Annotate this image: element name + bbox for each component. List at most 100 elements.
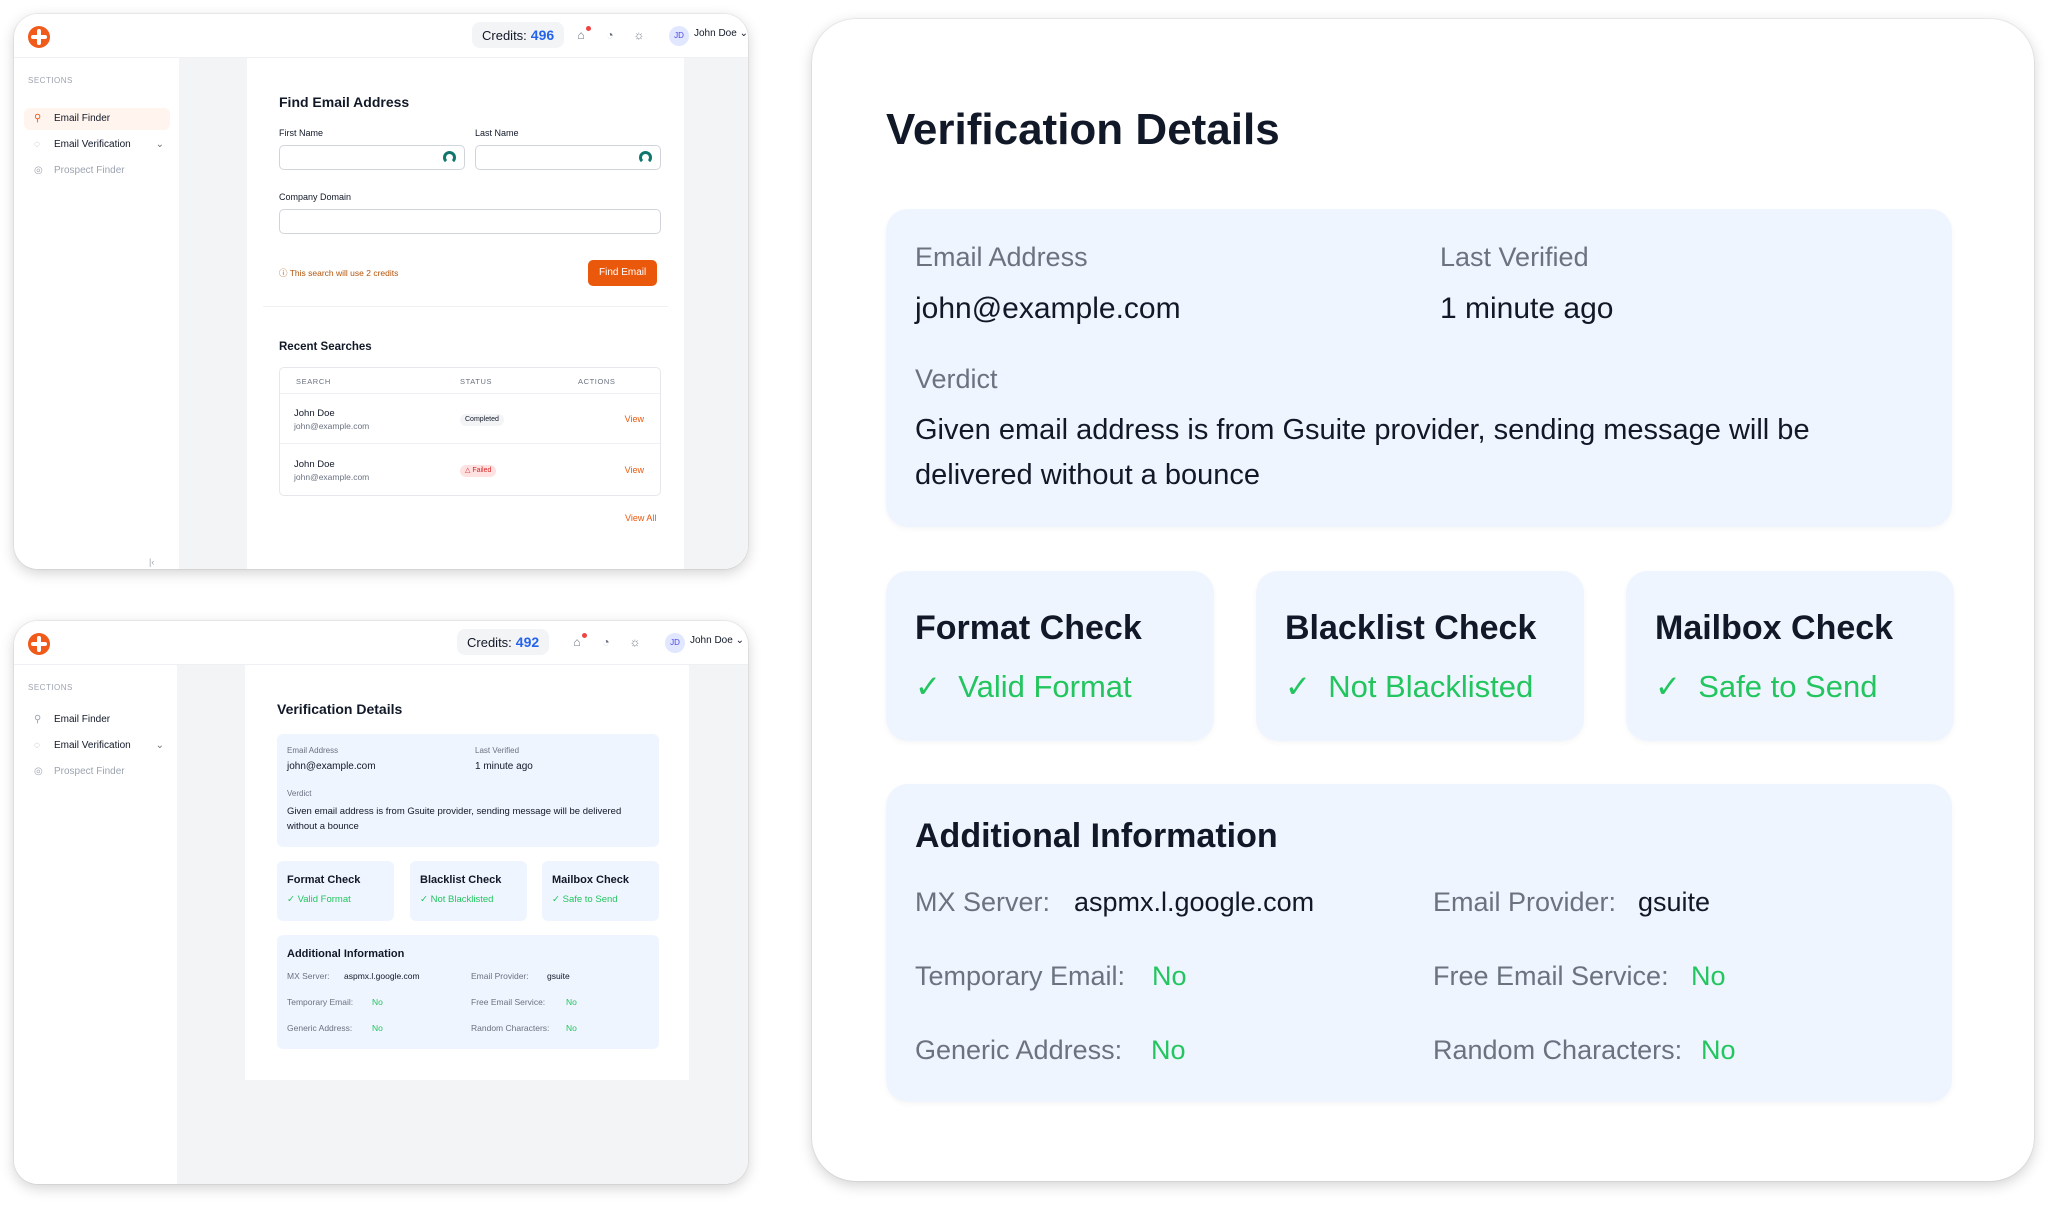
last-verified-value: 1 minute ago (475, 761, 533, 772)
verdict-text: Given email address is from Gsuite provi… (915, 414, 1810, 491)
email-address-value: john@example.com (915, 292, 1181, 325)
sidebar-item-email-finder[interactable]: ⚲ Email Finder (24, 108, 170, 130)
column-search: SEARCH (296, 377, 331, 386)
check-value: ✓ Safe to Send (1655, 669, 1877, 705)
main-area: Find Email Address First Name Last Name … (179, 58, 748, 569)
sidebar-item-prospect-finder[interactable]: ◎ Prospect Finder (24, 160, 170, 182)
chevron-down-icon: ⌄ (739, 28, 748, 39)
avatar[interactable]: JD (669, 26, 689, 46)
additional-info-box: Additional Information MX Server: aspmx.… (886, 784, 1952, 1102)
summary-box: Email Address john@example.com Last Veri… (277, 734, 659, 847)
free-email-label: Free Email Service: (471, 997, 546, 1007)
last-name-input[interactable] (475, 145, 661, 170)
mailbox-check-card: Mailbox Check ✓ Safe to Send (1626, 571, 1954, 741)
target-icon: ◎ (34, 165, 43, 176)
sidebar-item-prospect-finder[interactable]: ◎ Prospect Finder (24, 761, 170, 783)
verification-content: Verification Details Email Address john@… (245, 665, 689, 1080)
finder-content: Find Email Address First Name Last Name … (247, 58, 684, 569)
shield-icon: ◌ (34, 139, 40, 150)
row-email: john@example.com (294, 421, 370, 431)
row-name: John Doe (294, 459, 335, 470)
credits-value: 496 (530, 27, 555, 43)
format-check-card: Format Check ✓ Valid Format (886, 571, 1214, 741)
column-status: STATUS (460, 377, 493, 386)
sidebar-item-label: Email Finder (54, 714, 111, 725)
company-domain-input[interactable] (279, 209, 661, 234)
user-menu[interactable]: John Doe ⌄ (694, 28, 748, 39)
check-icon: ✓ (1285, 669, 1329, 704)
credits-label: Credits: (467, 635, 512, 650)
verification-window: Credits: 492 ⌂ ◔ ☼ JD John Doe ⌄ SECTIONS… (14, 621, 748, 1184)
notification-dot (582, 633, 587, 638)
email-address-value: john@example.com (287, 761, 376, 772)
generic-address-value: No (372, 1023, 383, 1033)
theme-toggle-icon[interactable]: ☼ (628, 635, 642, 649)
notification-icon[interactable]: ⌂ (574, 26, 591, 42)
summary-box: Email Address john@example.com Last Veri… (886, 209, 1952, 527)
column-actions: ACTIONS (578, 377, 616, 386)
last-verified-value: 1 minute ago (1440, 292, 1614, 325)
target-icon: ◎ (34, 766, 43, 777)
check-value: ✓ Valid Format (915, 669, 1132, 705)
company-domain-label: Company Domain (279, 192, 352, 202)
check-icon: ✓ (1655, 669, 1699, 704)
theme-toggle-icon[interactable]: ☼ (632, 28, 646, 42)
check-value-text: Valid Format (958, 669, 1132, 704)
last-verified-label: Last Verified (1440, 242, 1589, 272)
check-value: ✓ Valid Format (287, 894, 351, 905)
status-badge: Completed (460, 414, 504, 426)
random-characters-value: No (1701, 1035, 1736, 1065)
sidebar-item-label: Prospect Finder (54, 766, 125, 777)
random-characters-label: Random Characters: (1433, 1035, 1683, 1065)
email-address-label: Email Address (287, 746, 339, 755)
view-link[interactable]: View (625, 465, 644, 475)
check-title: Format Check (915, 609, 1142, 647)
check-icon: ✓ (552, 894, 563, 905)
check-value-text: Not Blacklisted (1328, 669, 1534, 704)
sections-label: SECTIONS (28, 76, 73, 85)
free-email-value: No (566, 997, 577, 1007)
table-row: John Doe john@example.com △ Failed View (280, 445, 660, 495)
view-all-link[interactable]: View All (625, 513, 656, 523)
free-email-value: No (1691, 961, 1726, 991)
shield-icon: ◌ (34, 740, 40, 751)
row-name: John Doe (294, 408, 335, 419)
last-verified-label: Last Verified (475, 746, 520, 755)
sidebar-item-email-verification[interactable]: ◌ Email Verification ⌄ (24, 735, 170, 757)
sidebar-item-label: Prospect Finder (54, 165, 125, 176)
help-icon[interactable]: ◔ (603, 28, 617, 42)
top-bar: Credits: 496 ⌂ ◔ ☼ JD John Doe ⌄ (14, 14, 748, 58)
email-address-label: Email Address (915, 242, 1088, 272)
additional-info-box: Additional Information MX Server: aspmx.… (277, 935, 659, 1049)
blacklist-check-card: Blacklist Check ✓ Not Blacklisted (1256, 571, 1584, 741)
check-value: ✓ Not Blacklisted (420, 894, 493, 905)
recent-searches-table: SEARCH STATUS ACTIONS John Doe john@exam… (279, 367, 661, 496)
sidebar-item-label: Email Verification (54, 139, 131, 150)
user-menu[interactable]: John Doe ⌄ (690, 635, 744, 646)
sidebar-item-email-verification[interactable]: ◌ Email Verification ⌄ (24, 134, 170, 156)
verdict-label: Verdict (915, 364, 998, 394)
check-title: Blacklist Check (1285, 609, 1537, 647)
first-name-input[interactable] (279, 145, 465, 170)
sidebar-item-email-finder[interactable]: ⚲ Email Finder (24, 709, 170, 731)
divider (263, 306, 668, 307)
sections-label: SECTIONS (28, 683, 73, 692)
additional-info-title: Additional Information (287, 948, 405, 960)
view-link[interactable]: View (625, 414, 644, 424)
info-icon: ⓘ (279, 268, 290, 278)
notification-icon[interactable]: ⌂ (570, 633, 587, 649)
check-title: Mailbox Check (1655, 609, 1894, 647)
find-email-button[interactable]: Find Email (588, 260, 658, 286)
mx-server-value: aspmx.l.google.com (344, 971, 420, 981)
credits-value: 492 (515, 634, 540, 650)
avatar[interactable]: JD (665, 633, 685, 653)
format-check-card: Format Check ✓ Valid Format (277, 861, 394, 921)
user-name: John Doe (694, 28, 737, 39)
collapse-sidebar-icon[interactable]: |‹ (149, 557, 154, 567)
check-value-text: Not Blacklisted (430, 894, 494, 905)
logo-icon (28, 633, 50, 655)
help-icon[interactable]: ◔ (599, 635, 613, 649)
temporary-email-value: No (1152, 961, 1187, 991)
main-area: Verification Details Email Address john@… (177, 665, 748, 1184)
random-characters-value: No (566, 1023, 577, 1033)
